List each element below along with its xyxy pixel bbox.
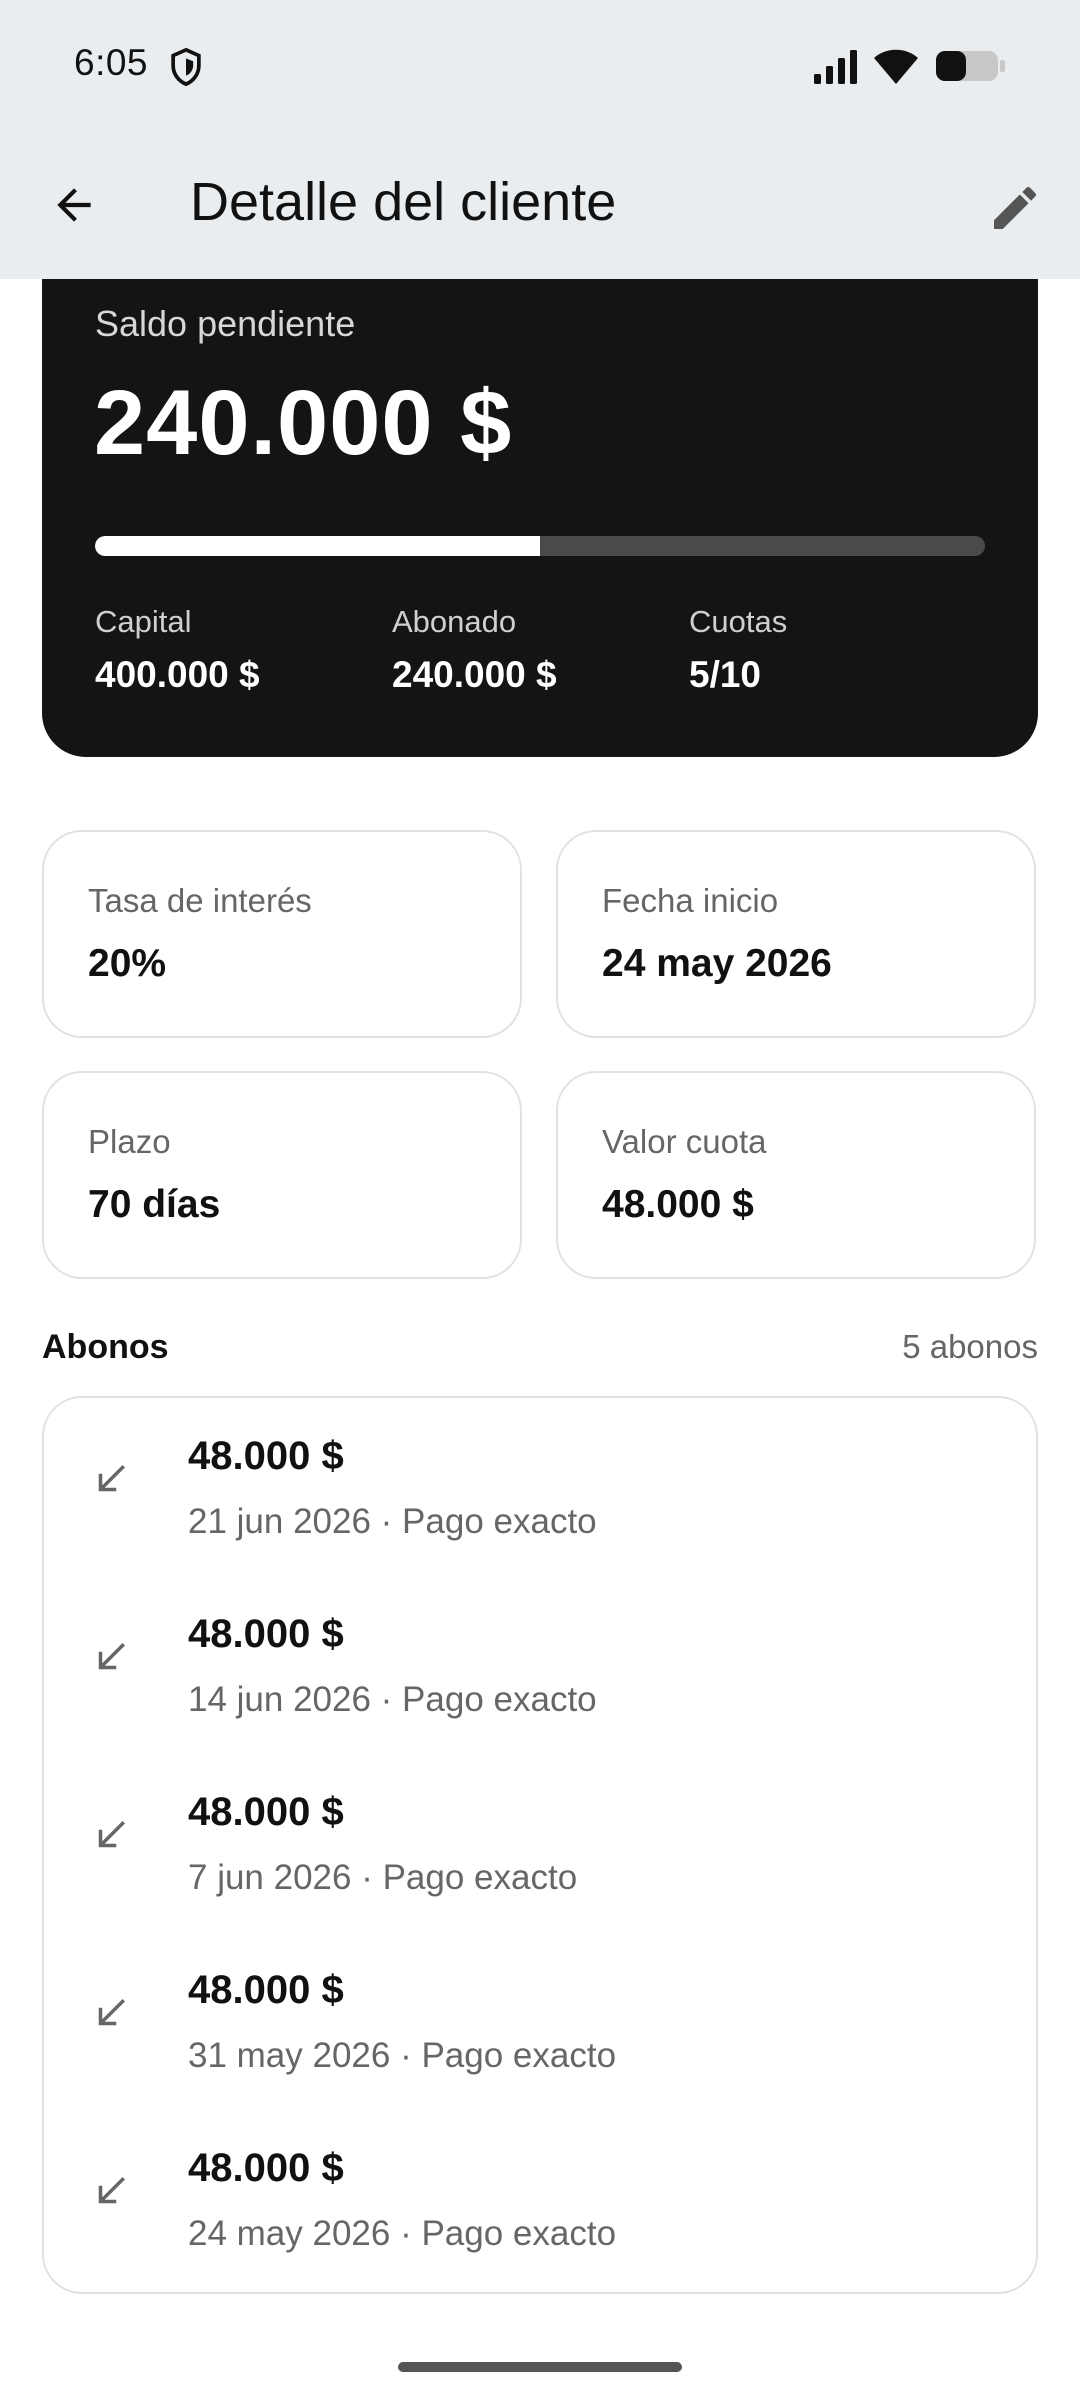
stat-value: 400.000 $: [95, 654, 260, 695]
stat-label: Cuotas: [689, 604, 788, 639]
progress-fill: [95, 536, 540, 556]
list-item[interactable]: 48.000 $ 21 jun 2026 · Pago exacto: [44, 1398, 1036, 1576]
progress-bar: [95, 536, 985, 556]
payments-list: 48.000 $ 21 jun 2026 · Pago exacto 48.00…: [42, 1396, 1038, 2294]
payment-amount: 48.000 $: [188, 1968, 344, 2012]
info-label: Plazo: [88, 1123, 171, 1160]
arrow-down-left-icon: [98, 1465, 125, 1492]
info-label: Tasa de interés: [88, 882, 312, 919]
list-item[interactable]: 48.000 $ 31 may 2026 · Pago exacto: [44, 1932, 1036, 2110]
payment-meta: 14 jun 2026 · Pago exacto: [188, 1680, 597, 1719]
wifi-icon: [874, 49, 918, 84]
info-value: 24 may 2026: [602, 942, 832, 985]
stat-abonado: Abonado 240.000 $: [392, 604, 557, 696]
payment-meta: 7 jun 2026 · Pago exacto: [188, 1858, 578, 1897]
list-item[interactable]: 48.000 $ 24 may 2026 · Pago exacto: [44, 2110, 1036, 2288]
payment-amount: 48.000 $: [188, 1612, 344, 1656]
battery-icon: [936, 51, 1005, 81]
balance-card: Saldo pendiente 240.000 $ Capital 400.00…: [42, 279, 1038, 757]
payment-meta: 24 may 2026 · Pago exacto: [188, 2214, 617, 2253]
info-label: Valor cuota: [602, 1123, 767, 1160]
status-bar: 6:05: [0, 0, 1080, 133]
payment-meta: 21 jun 2026 · Pago exacto: [188, 1502, 597, 1541]
payment-amount: 48.000 $: [188, 1434, 344, 1478]
list-item[interactable]: 48.000 $ 14 jun 2026 · Pago exacto: [44, 1576, 1036, 1754]
shield-icon: [171, 47, 201, 87]
stat-label: Abonado: [392, 604, 517, 639]
stat-label: Capital: [95, 604, 192, 639]
payment-amount: 48.000 $: [188, 2146, 344, 2190]
arrow-down-left-icon: [98, 1999, 125, 2026]
payment-meta: 31 may 2026 · Pago exacto: [188, 2036, 617, 2075]
info-card-start-date: Fecha inicio 24 may 2026: [556, 830, 1036, 1038]
back-button[interactable]: [42, 173, 106, 237]
list-item[interactable]: 48.000 $ 7 jun 2026 · Pago exacto: [44, 1754, 1036, 1932]
arrow-down-left-icon: [98, 2177, 125, 2204]
payments-count: 5 abonos: [902, 1328, 1038, 1365]
status-time: 6:05: [74, 42, 149, 83]
balance-amount: 240.000 $: [94, 372, 513, 474]
info-card-term: Plazo 70 días: [42, 1071, 522, 1279]
info-card-installment-value: Valor cuota 48.000 $: [556, 1071, 1036, 1279]
stat-cuotas: Cuotas 5/10: [689, 604, 787, 696]
app-bar: Detalle del cliente: [0, 133, 1080, 279]
arrow-down-left-icon: [98, 1643, 125, 1670]
info-value: 20%: [88, 942, 167, 985]
balance-label: Saldo pendiente: [95, 303, 356, 344]
section-title-abonos: Abonos: [42, 1328, 169, 1366]
stat-capital: Capital 400.000 $: [95, 604, 260, 696]
info-value: 48.000 $: [602, 1183, 754, 1226]
edit-button[interactable]: [980, 173, 1050, 243]
stat-value: 5/10: [689, 654, 762, 695]
info-label: Fecha inicio: [602, 882, 779, 919]
arrow-back-icon: [57, 188, 91, 222]
page-title: Detalle del cliente: [190, 172, 617, 232]
payment-amount: 48.000 $: [188, 1790, 344, 1834]
arrow-down-left-icon: [98, 1821, 125, 1848]
stat-value: 240.000 $: [392, 654, 557, 695]
info-value: 70 días: [88, 1183, 221, 1226]
signal-icon: [814, 50, 857, 84]
info-card-interest-rate: Tasa de interés 20%: [42, 830, 522, 1038]
pencil-icon: [994, 186, 1037, 229]
home-indicator[interactable]: [398, 2362, 682, 2372]
